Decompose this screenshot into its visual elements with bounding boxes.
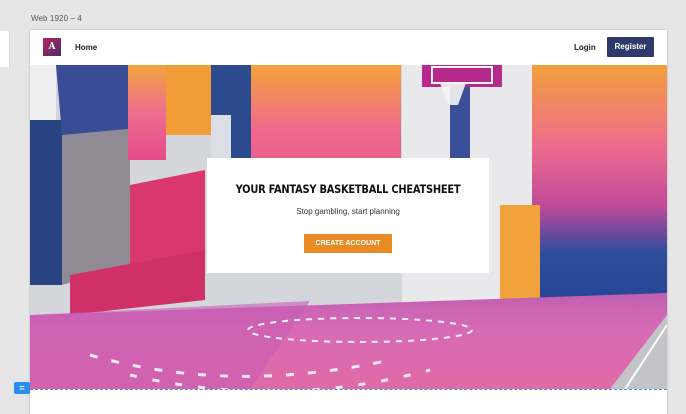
nav-home-link[interactable]: Home	[75, 43, 97, 52]
register-button[interactable]: Register	[607, 37, 654, 57]
nav-login-link[interactable]: Login	[574, 43, 596, 52]
artboard-web-1920-4[interactable]: A Home Login Register YOUR FANTASY BASKE…	[30, 30, 667, 414]
adjacent-artboard-edge	[0, 31, 10, 67]
artboard-label[interactable]: Web 1920 – 4	[31, 14, 82, 23]
hero-title: YOUR FANTASY BASKETBALL CHEATSHEET	[235, 182, 461, 196]
hero-card: YOUR FANTASY BASKETBALL CHEATSHEET Stop …	[207, 158, 489, 273]
logo-icon[interactable]: A	[43, 38, 61, 56]
hero-section: YOUR FANTASY BASKETBALL CHEATSHEET Stop …	[30, 65, 667, 389]
create-account-button[interactable]: CREATE ACCOUNT	[304, 234, 392, 253]
hero-subtitle: Stop gambling, start planning	[296, 207, 400, 216]
equals-icon[interactable]: =	[14, 382, 30, 394]
selection-guide-line	[30, 389, 667, 390]
top-navbar: A Home Login Register	[30, 30, 667, 65]
